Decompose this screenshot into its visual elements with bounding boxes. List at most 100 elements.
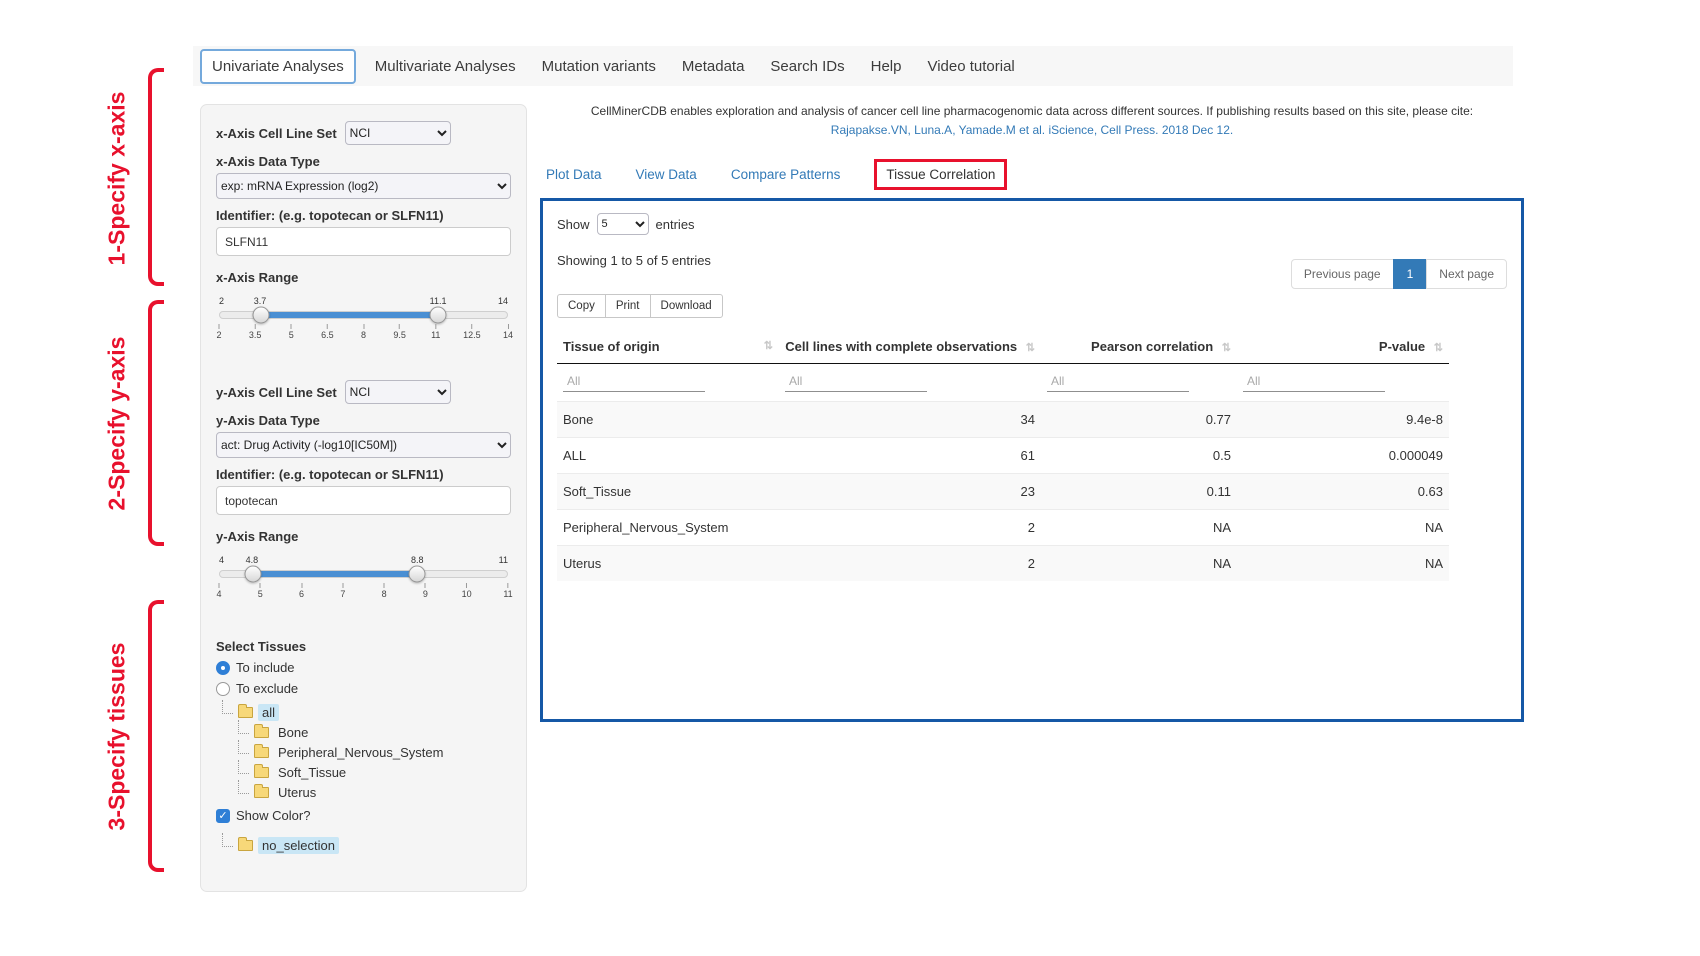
tree-node-soft-tissue[interactable]: Soft_Tissue (238, 762, 511, 782)
table-row[interactable]: Uterus 2 NA NA (557, 546, 1449, 582)
nav-tab-mutation-variants[interactable]: Mutation variants (529, 58, 669, 75)
x-range-low: 3.7 (254, 296, 267, 306)
y-range-track[interactable] (219, 570, 508, 578)
tab-compare-patterns[interactable]: Compare Patterns (731, 167, 841, 182)
nav-tab-univariate-analyses[interactable]: Univariate Analyses (200, 49, 356, 84)
y-tick: 5 (258, 589, 263, 599)
x-range-handle-high[interactable] (429, 307, 446, 324)
tab-tissue-correlation[interactable]: Tissue Correlation (874, 159, 1007, 190)
x-identifier-label: Identifier: (e.g. topotecan or SLFN11) (216, 208, 511, 223)
filter-pearson-correlation[interactable] (1047, 371, 1189, 392)
nav-tab-video-tutorial[interactable]: Video tutorial (914, 58, 1027, 75)
x-data-type-select[interactable]: exp: mRNA Expression (log2) (216, 173, 511, 199)
tree-node-bone[interactable]: Bone (238, 722, 511, 742)
cell-tissue: Soft_Tissue (557, 474, 779, 510)
x-cell-line-set-select[interactable]: NCI (345, 121, 451, 145)
header-p-value[interactable]: P-value ⇅ (1237, 330, 1449, 364)
cell-correlation: NA (1041, 546, 1237, 582)
header-label: Pearson correlation (1091, 339, 1213, 354)
sort-icon[interactable]: ⇅ (1026, 342, 1035, 354)
x-range-scale: 2 3.5 5 6.5 8 9.5 11 12.5 14 (219, 324, 508, 344)
y-range-max: 11 (499, 555, 508, 565)
cell-count: 61 (779, 438, 1041, 474)
cell-pvalue: NA (1237, 510, 1449, 546)
filter-cell-lines[interactable] (785, 371, 927, 392)
tree-node-no-selection[interactable]: no_selection (222, 835, 511, 855)
x-tick: 2 (216, 330, 221, 340)
y-cell-line-set-select[interactable]: NCI (345, 380, 451, 404)
y-identifier-label: Identifier: (e.g. topotecan or SLFN11) (216, 467, 511, 482)
tree-node-uterus[interactable]: Uterus (238, 782, 511, 802)
tree-node-peripheral-nervous-system-label[interactable]: Peripheral_Nervous_System (274, 744, 447, 761)
sort-icon[interactable]: ⇅ (764, 339, 773, 352)
x-tick: 11 (431, 330, 440, 340)
download-button[interactable]: Download (650, 294, 723, 318)
cell-correlation: 0.11 (1041, 474, 1237, 510)
tree-node-uterus-label[interactable]: Uterus (274, 784, 320, 801)
nav-tab-metadata[interactable]: Metadata (669, 58, 758, 75)
print-button[interactable]: Print (605, 294, 651, 318)
citation-link[interactable]: Rajapakse.VN, Luna.A, Yamade.M et al. iS… (831, 123, 1233, 137)
show-color-checkbox[interactable]: ✓ Show Color? (216, 808, 511, 823)
subtab-bar: Plot Data View Data Compare Patterns Tis… (546, 158, 1524, 190)
y-tick: 9 (423, 589, 428, 599)
x-tick: 8 (361, 330, 366, 340)
previous-page-button[interactable]: Previous page (1291, 259, 1394, 289)
header-cell-lines[interactable]: Cell lines with complete observations ⇅ (779, 330, 1041, 364)
tab-view-data[interactable]: View Data (636, 167, 697, 182)
y-data-type-label: y-Axis Data Type (216, 413, 511, 428)
tree-node-all[interactable]: all (222, 702, 511, 722)
cell-tissue: ALL (557, 438, 779, 474)
x-range-slider[interactable]: 2 3.7 11.1 14 2 3.5 5 6.5 8 9.5 11 12.5 … (219, 311, 508, 344)
x-range-max: 14 (498, 296, 508, 306)
cell-pvalue: NA (1237, 546, 1449, 582)
copy-button[interactable]: Copy (557, 294, 606, 318)
to-exclude-radio[interactable]: To exclude (216, 681, 511, 696)
table-row[interactable]: ALL 61 0.5 0.000049 (557, 438, 1449, 474)
y-range-handle-high[interactable] (408, 566, 425, 583)
sort-icon[interactable]: ⇅ (1222, 342, 1231, 354)
sort-icon[interactable]: ⇅ (1434, 342, 1443, 354)
radio-unselected-icon (216, 682, 230, 696)
y-identifier-input[interactable] (216, 486, 511, 515)
no-selection-tree: no_selection (222, 835, 511, 855)
y-range-fill (253, 571, 417, 577)
y-data-type-select[interactable]: act: Drug Activity (-log10[IC50M]) (216, 432, 511, 458)
x-range-min: 2 (219, 296, 224, 306)
x-identifier-input[interactable] (216, 227, 511, 256)
tree-node-no-selection-label[interactable]: no_selection (258, 837, 339, 854)
tab-plot-data[interactable]: Plot Data (546, 167, 602, 182)
select-tissues-title: Select Tissues (216, 639, 511, 654)
tissue-correlation-table: Tissue of origin ⇅ Cell lines with compl… (557, 330, 1449, 581)
y-range-handle-low[interactable] (244, 566, 261, 583)
page-length-select[interactable]: 5 (597, 213, 649, 235)
x-range-handle-low[interactable] (252, 307, 269, 324)
tree-node-peripheral-nervous-system[interactable]: Peripheral_Nervous_System (238, 742, 511, 762)
y-range-slider[interactable]: 4 4.8 8.8 11 4 5 6 7 8 9 10 11 (219, 570, 508, 603)
table-row[interactable]: Soft_Tissue 23 0.11 0.63 (557, 474, 1449, 510)
nav-tab-help[interactable]: Help (858, 58, 915, 75)
header-label: Tissue of origin (563, 339, 660, 354)
to-include-radio[interactable]: To include (216, 660, 511, 675)
filter-p-value[interactable] (1243, 371, 1385, 392)
tree-node-all-label[interactable]: all (258, 704, 279, 721)
header-tissue-of-origin[interactable]: Tissue of origin ⇅ (557, 330, 779, 364)
folder-icon (238, 840, 253, 851)
next-page-button[interactable]: Next page (1426, 259, 1507, 289)
tree-node-soft-tissue-label[interactable]: Soft_Tissue (274, 764, 350, 781)
table-row[interactable]: Bone 34 0.77 9.4e-8 (557, 402, 1449, 438)
x-range-track[interactable] (219, 311, 508, 319)
nav-tab-search-ids[interactable]: Search IDs (757, 58, 857, 75)
main-content: CellMinerCDB enables exploration and ana… (540, 102, 1524, 722)
y-range-min: 4 (219, 555, 224, 565)
filter-tissue-of-origin[interactable] (563, 371, 705, 392)
header-pearson-correlation[interactable]: Pearson correlation ⇅ (1041, 330, 1237, 364)
table-row[interactable]: Peripheral_Nervous_System 2 NA NA (557, 510, 1449, 546)
page-1-button[interactable]: 1 (1393, 259, 1428, 289)
cell-pvalue: 9.4e-8 (1237, 402, 1449, 438)
y-range-label: y-Axis Range (216, 529, 511, 544)
y-tick: 8 (382, 589, 387, 599)
nav-tab-multivariate-analyses[interactable]: Multivariate Analyses (362, 58, 529, 75)
tree-node-bone-label[interactable]: Bone (274, 724, 312, 741)
annotation-step-3-label: 3-Specify tissues (104, 642, 131, 830)
